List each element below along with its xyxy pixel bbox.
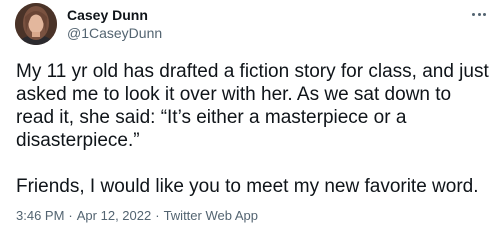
tweet-card: Casey Dunn @1CaseyDunn My 11 yr old has … (0, 0, 500, 243)
more-options-button[interactable] (472, 7, 486, 21)
tweet-date[interactable]: Apr 12, 2022 (77, 208, 151, 223)
more-horizontal-icon-dot (483, 12, 486, 16)
tweet-paragraph: My 11 yr old has drafted a fiction story… (16, 61, 489, 151)
tweet-time[interactable]: 3:46 PM (16, 208, 64, 223)
author-info: Casey Dunn @1CaseyDunn (67, 6, 162, 42)
author-handle[interactable]: @1CaseyDunn (67, 24, 162, 42)
tweet-text: My 11 yr old has drafted a fiction story… (16, 60, 490, 198)
avatar-image (15, 3, 57, 45)
tweet-source[interactable]: Twitter Web App (164, 208, 258, 223)
author-display-name[interactable]: Casey Dunn (67, 6, 162, 24)
meta-separator: · (68, 208, 73, 223)
tweet-paragraph: Friends, I would like you to meet my new… (16, 176, 479, 197)
avatar[interactable] (15, 3, 57, 45)
tweet-meta: 3:46 PM · Apr 12, 2022 · Twitter Web App (16, 207, 258, 225)
more-horizontal-icon-dot (472, 12, 475, 16)
meta-separator: · (155, 208, 160, 223)
more-horizontal-icon-dot (477, 12, 481, 16)
